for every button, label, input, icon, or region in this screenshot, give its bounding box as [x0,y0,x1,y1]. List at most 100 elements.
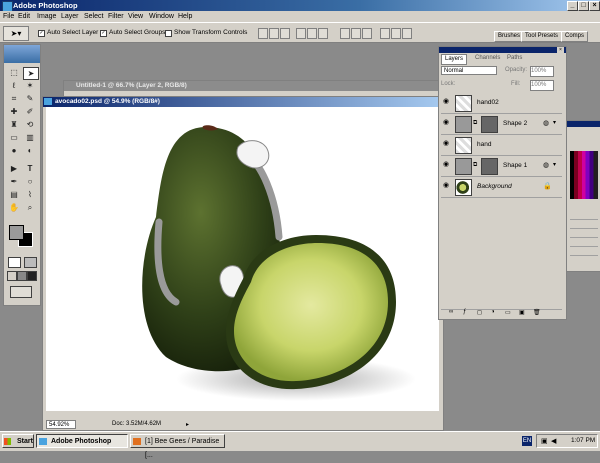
menu-help[interactable]: Help [178,11,192,22]
auto-select-groups-checkbox[interactable]: ✓ [100,30,107,37]
shape-tool-icon[interactable]: ○ [23,176,37,187]
panel-close-icon[interactable]: × [557,47,564,53]
image-canvas[interactable] [46,107,439,411]
dock-tab-tool-presets[interactable]: Tool Presets [521,31,563,42]
language-indicator[interactable]: EN [522,436,532,446]
screen-mode-menus-icon[interactable] [17,271,27,281]
eye-icon[interactable]: ◉ [443,140,451,148]
layer-row-hand[interactable]: ◉ hand [441,135,562,156]
menu-filter[interactable]: Filter [108,11,124,22]
clone-stamp-tool-icon[interactable]: ♜ [7,119,21,130]
distribute-right-icon[interactable] [402,28,412,39]
distribute-bottom-icon[interactable] [362,28,372,39]
dock-tab-comps[interactable]: Comps [561,31,589,42]
close-button[interactable]: × [589,1,600,11]
hand-tool-icon[interactable]: ✋ [7,202,21,213]
layer-row-shape-1[interactable]: ◉ ⧉ Shape 1 ◍ ▾ [441,156,562,177]
menu-select[interactable]: Select [84,11,103,22]
eye-icon[interactable]: ◉ [443,98,451,106]
layer-row-hand02[interactable]: ◉ hand02 [441,93,562,114]
foreground-color-swatch[interactable] [9,225,24,240]
eye-icon[interactable]: ◉ [443,161,451,169]
gradient-tool-icon[interactable]: ▥ [23,132,37,143]
blend-mode-select[interactable]: Normal [441,66,497,75]
swatch-grid[interactable] [570,151,598,199]
type-tool-icon[interactable]: T [23,163,37,174]
eye-icon[interactable]: ◉ [443,119,451,127]
lasso-tool-icon[interactable]: ℓ [7,80,21,91]
distribute-left-icon[interactable] [380,28,390,39]
menu-window[interactable]: Window [149,11,174,22]
align-right-icon[interactable] [318,28,328,39]
menu-view[interactable]: View [128,11,143,22]
dock-tab-brushes[interactable]: Brushes [494,31,525,42]
auto-select-layer-checkbox[interactable]: ✓ [38,30,45,37]
add-style-icon[interactable]: ƒ [463,309,466,315]
fill-field[interactable]: 100% [530,80,554,91]
zoom-level-field[interactable]: 54.92% [46,420,76,429]
show-transform-controls-checkbox[interactable] [165,30,172,37]
align-hcenter-icon[interactable] [307,28,317,39]
healing-brush-tool-icon[interactable]: ✚ [7,106,21,117]
align-bottom-icon[interactable] [280,28,290,39]
opacity-field[interactable]: 100% [530,66,554,77]
new-group-icon[interactable]: ▭ [505,309,511,316]
tab-paths[interactable]: Paths [505,54,524,63]
minimize-button[interactable]: _ [567,1,578,11]
marquee-tool-icon[interactable]: ⬚ [7,67,21,78]
network-icon[interactable]: ▣ [541,437,548,445]
align-left-icon[interactable] [296,28,306,39]
distribute-top-icon[interactable] [340,28,350,39]
jump-to-imageready-icon[interactable] [10,286,32,298]
quick-mask-icon[interactable] [24,257,37,268]
layer-style-icon[interactable]: ◍ [543,161,549,169]
adjustment-layer-icon[interactable]: ◑ [491,309,495,315]
delete-layer-icon[interactable]: 🗑 [533,309,541,316]
magic-wand-tool-icon[interactable]: ✶ [23,80,37,91]
distribute-hcenter-icon[interactable] [391,28,401,39]
eyedropper-tool-icon[interactable]: ⌇ [23,189,37,200]
tab-layers[interactable]: Layers [441,54,468,65]
history-brush-tool-icon[interactable]: ⟲ [23,119,37,130]
crop-tool-icon[interactable]: ⌗ [7,93,21,104]
screen-mode-full-icon[interactable] [27,271,37,281]
tab-channels[interactable]: Channels [473,54,502,63]
pen-tool-icon[interactable]: ✒ [7,176,21,187]
align-top-icon[interactable] [258,28,268,39]
maximize-button[interactable]: □ [578,1,589,11]
volume-icon[interactable]: ◀ [551,437,556,445]
expand-arrow-icon[interactable]: ▾ [553,119,556,126]
link-layers-icon[interactable]: ∞ [449,309,453,315]
layers-panel-titlebar[interactable] [439,47,566,53]
zoom-tool-icon[interactable]: ⌕ [23,202,37,213]
brush-tool-icon[interactable]: ✐ [23,106,37,117]
eye-icon[interactable]: ◉ [443,182,451,190]
notes-tool-icon[interactable]: ▤ [7,189,21,200]
menu-layer[interactable]: Layer [61,11,79,22]
menu-file[interactable]: File [3,11,14,22]
move-tool-preset-picker[interactable]: ➤▾ [3,26,29,41]
add-mask-icon[interactable]: ◻ [477,309,482,316]
taskbar-item-winamp[interactable]: [1] Bee Gees / Paradise [... [130,434,225,459]
screen-mode-standard-icon[interactable] [7,271,17,281]
layer-style-icon[interactable]: ◍ [543,119,549,127]
swatches-panel-titlebar[interactable] [567,121,600,127]
taskbar-item-photoshop[interactable]: Adobe Photoshop [36,434,128,448]
eraser-tool-icon[interactable]: ▭ [7,132,21,143]
menu-image[interactable]: Image [37,11,56,22]
status-menu-arrow-icon[interactable]: ▸ [186,421,189,428]
avocado-illustration [142,125,416,401]
menu-edit[interactable]: Edit [18,11,30,22]
standard-mode-icon[interactable] [8,257,21,268]
blur-tool-icon[interactable]: ● [7,145,21,156]
slice-tool-icon[interactable]: ✎ [23,93,37,104]
align-vcenter-icon[interactable] [269,28,279,39]
path-selection-tool-icon[interactable]: ▶ [7,163,21,174]
expand-arrow-icon[interactable]: ▾ [553,161,556,168]
layer-row-background[interactable]: ◉ Background 🔒 [441,177,562,198]
move-tool-icon[interactable]: ➤ [23,67,39,80]
distribute-vcenter-icon[interactable] [351,28,361,39]
dodge-tool-icon[interactable]: ◐ [23,145,37,156]
new-layer-icon[interactable]: ▣ [519,309,525,316]
layer-row-shape-2[interactable]: ◉ ⧉ Shape 2 ◍ ▾ [441,114,562,135]
